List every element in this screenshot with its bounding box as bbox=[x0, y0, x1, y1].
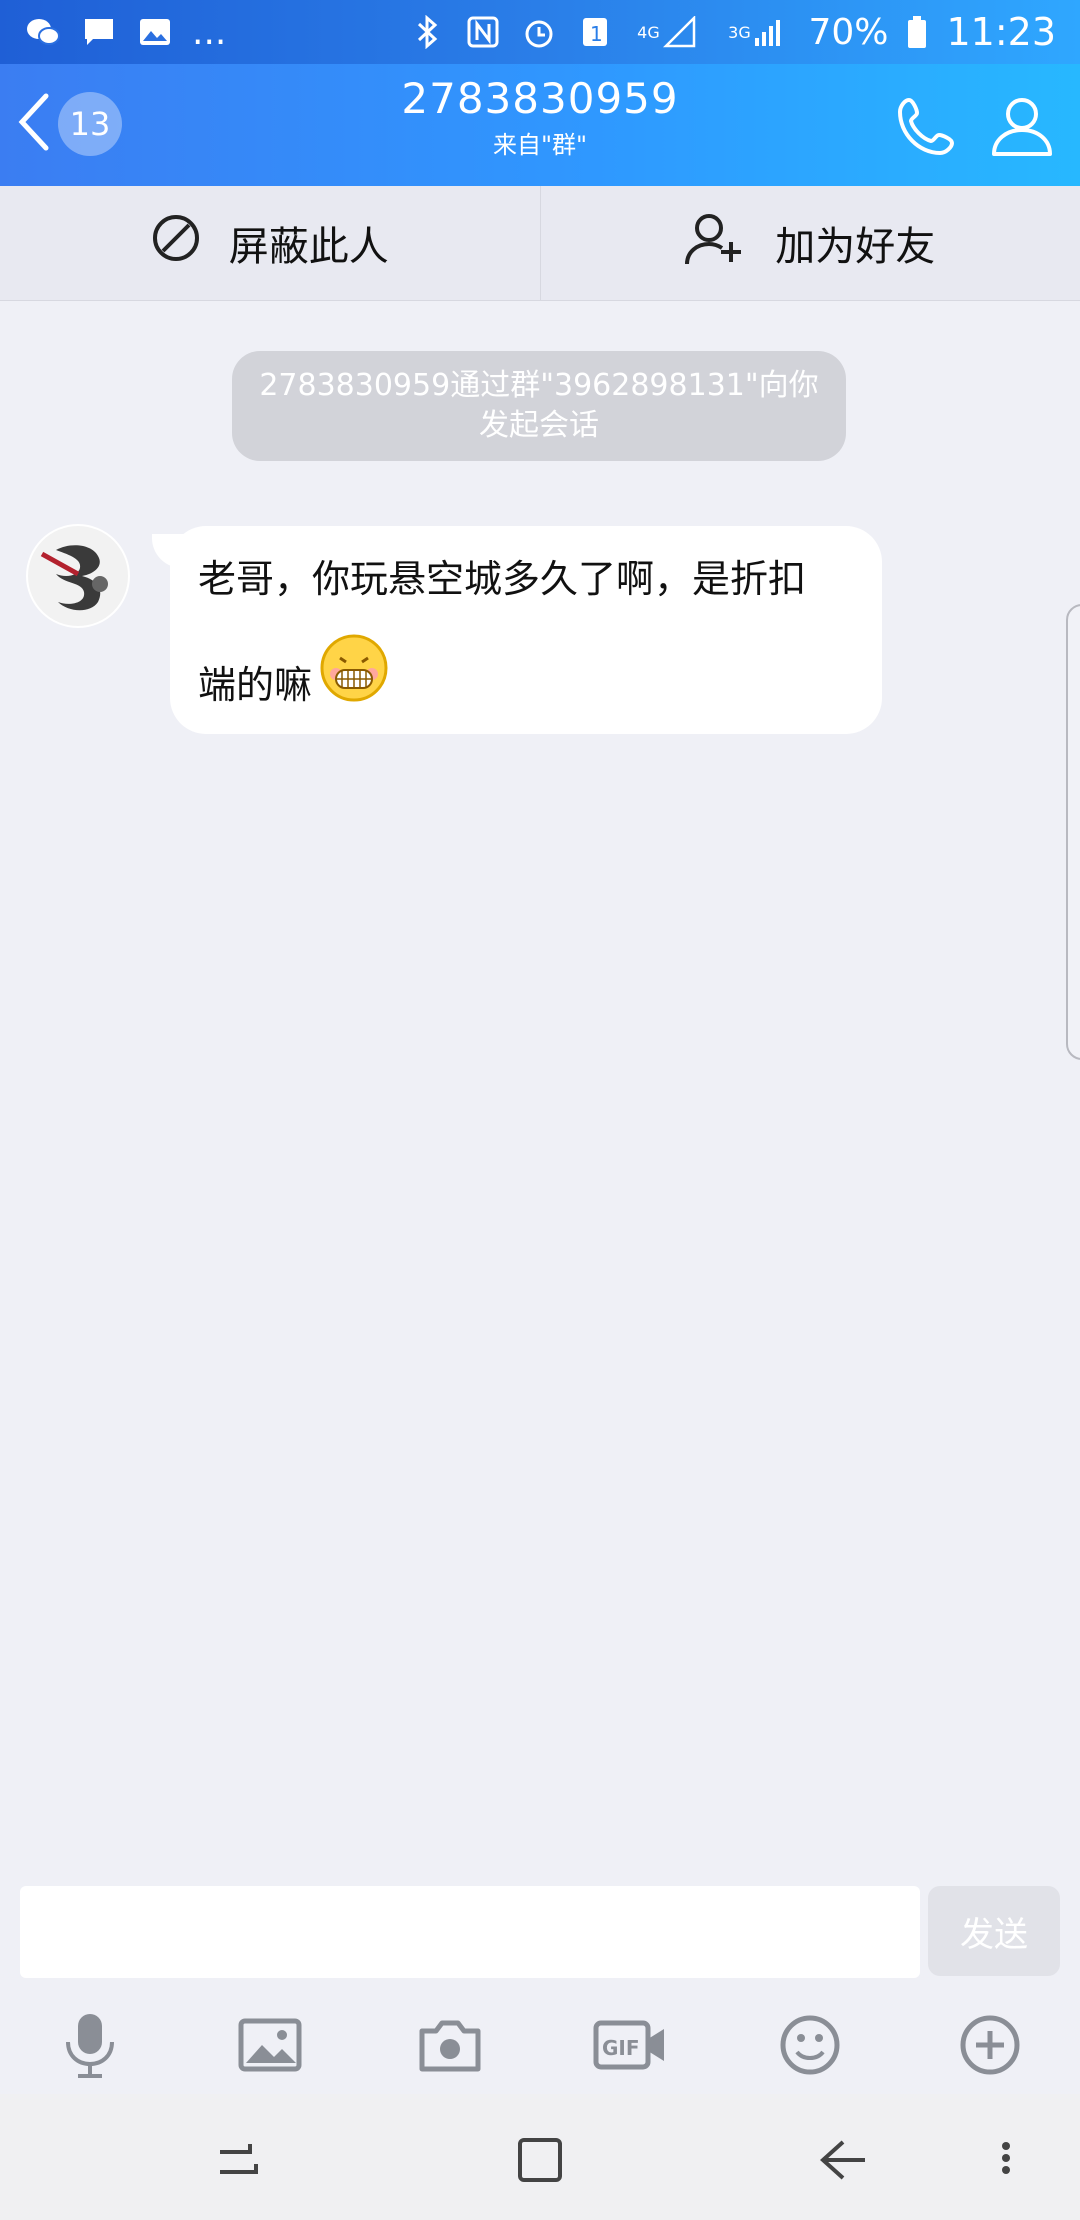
back-nav-icon[interactable] bbox=[815, 2130, 871, 2190]
wechat-icon bbox=[24, 13, 62, 51]
message-line-1: 老哥，你玩悬空城多久了啊，是折扣 bbox=[198, 557, 807, 601]
svg-text:1: 1 bbox=[590, 22, 603, 46]
add-user-icon bbox=[685, 210, 747, 276]
avatar[interactable] bbox=[26, 524, 130, 628]
status-right: 1 4G 3G 70% 11:23 bbox=[408, 10, 1056, 54]
add-friend-label: 加为好友 bbox=[775, 224, 936, 270]
camera-icon[interactable] bbox=[405, 2000, 495, 2090]
home-icon[interactable] bbox=[512, 2130, 568, 2190]
emoji-icon[interactable] bbox=[765, 2000, 855, 2090]
grinning-emoji-icon bbox=[318, 632, 390, 738]
gif-video-icon[interactable]: GIF bbox=[585, 2000, 675, 2090]
sim-1-icon: 1 bbox=[576, 13, 614, 51]
profile-button[interactable] bbox=[990, 94, 1054, 162]
system-nav-bar bbox=[0, 2094, 1080, 2220]
system-notice: 2783830959通过群"3962898131"向你发起会话 bbox=[232, 351, 846, 461]
battery-icon bbox=[906, 13, 928, 51]
input-toolbar: GIF bbox=[0, 2000, 1080, 2090]
more-options-icon[interactable] bbox=[990, 2130, 1022, 2190]
message-line-2-row: 端的嘛 bbox=[198, 632, 856, 738]
mic-icon[interactable] bbox=[45, 2000, 135, 2090]
bluetooth-icon bbox=[408, 13, 446, 51]
action-bar: 屏蔽此人 加为好友 bbox=[0, 186, 1080, 301]
message-bubble[interactable]: 老哥，你玩悬空城多久了啊，是折扣 端的嘛 bbox=[170, 526, 882, 734]
block-user-label: 屏蔽此人 bbox=[228, 224, 389, 270]
block-user-button[interactable]: 屏蔽此人 bbox=[0, 186, 541, 300]
block-icon bbox=[151, 213, 201, 273]
status-left: ... bbox=[24, 12, 226, 53]
recent-apps-icon[interactable] bbox=[210, 2130, 266, 2190]
signal-3g-icon: 3G bbox=[720, 13, 790, 51]
network-3g-label: 3G bbox=[728, 22, 751, 42]
call-button[interactable] bbox=[895, 94, 959, 162]
battery-percent: 70% bbox=[808, 11, 889, 53]
status-time: 11:23 bbox=[946, 10, 1056, 54]
status-bar: ... 1 4G 3G 70% 11:23 bbox=[0, 0, 1080, 64]
message-input[interactable] bbox=[20, 1886, 920, 1978]
status-more: ... bbox=[192, 11, 227, 53]
message-line-2: 端的嘛 bbox=[198, 663, 313, 707]
plus-circle-icon[interactable] bbox=[945, 2000, 1035, 2090]
add-friend-button[interactable]: 加为好友 bbox=[541, 186, 1080, 300]
send-button[interactable]: 发送 bbox=[928, 1886, 1060, 1976]
user-icon bbox=[990, 98, 1054, 162]
svg-text:GIF: GIF bbox=[602, 2036, 640, 2060]
network-4g-label: 4G bbox=[637, 22, 660, 42]
nfc-icon bbox=[464, 13, 502, 51]
message-icon bbox=[80, 13, 118, 51]
phone-icon bbox=[895, 97, 959, 162]
alarm-icon bbox=[520, 13, 558, 51]
signal-4g-icon: 4G bbox=[632, 13, 702, 51]
edge-panel-handle[interactable] bbox=[1066, 604, 1080, 1060]
title-bar: 13 2783830959 来自"群" bbox=[0, 64, 1080, 186]
image-icon[interactable] bbox=[225, 2000, 315, 2090]
image-icon bbox=[136, 13, 174, 51]
